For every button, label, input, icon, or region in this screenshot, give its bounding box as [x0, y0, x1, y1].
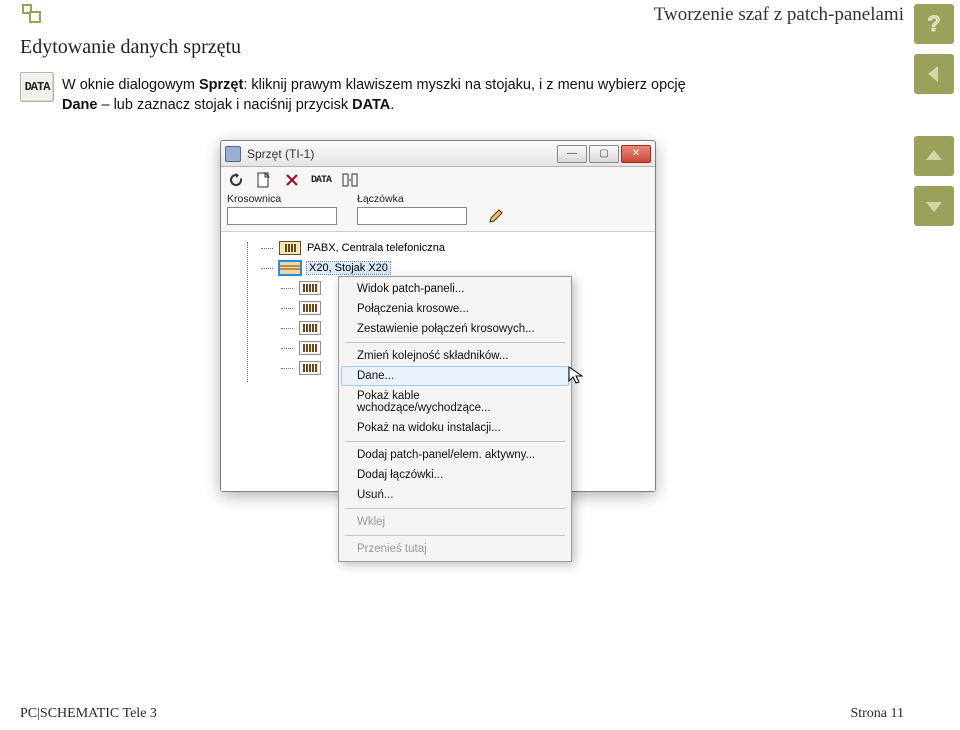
ctx-widok-patch-paneli[interactable]: Widok patch-paneli...	[341, 279, 569, 299]
cursor-icon	[568, 366, 584, 386]
ctx-dodaj-laczowki[interactable]: Dodaj łączówki...	[341, 465, 569, 485]
context-menu: Widok patch-paneli... Połączenia krosowe…	[338, 276, 572, 562]
ctx-separator	[345, 342, 565, 343]
footer-page: Strona 11	[850, 706, 904, 722]
tree-area[interactable]: PABX, Centrala telefoniczna X20, Stojak …	[221, 231, 655, 491]
ctx-zmien-kolejnosc[interactable]: Zmień kolejność składników...	[341, 346, 569, 366]
block-icon	[299, 301, 321, 315]
block-icon	[299, 361, 321, 375]
ctx-przenies-tutaj: Przenieś tutaj	[341, 539, 569, 559]
rack-icon	[279, 261, 301, 275]
data-tool-button[interactable]: DATA	[311, 171, 331, 189]
krosownica-label: Krosownica	[227, 193, 337, 205]
ctx-wklej: Wklej	[341, 512, 569, 532]
ctx-dane[interactable]: Dane...	[341, 366, 569, 386]
laczowka-input[interactable]	[357, 207, 467, 225]
field-row: Krosownica Łączówka	[221, 191, 655, 231]
titlebar[interactable]: Sprzęt (TI-1) — ▢ ✕	[221, 141, 655, 167]
toolbar: DATA	[221, 167, 655, 191]
next-down-button[interactable]	[914, 186, 954, 226]
ctx-zestawienie-polaczen[interactable]: Zestawienie połączeń krosowych...	[341, 319, 569, 339]
minimize-button[interactable]: —	[557, 145, 587, 163]
prev-up-button[interactable]	[914, 136, 954, 176]
delete-icon[interactable]	[283, 171, 301, 189]
krosownica-input[interactable]	[227, 207, 337, 225]
window-title: Sprzęt (TI-1)	[247, 147, 549, 161]
tree-node-pabx[interactable]: PABX, Centrala telefoniczna	[237, 238, 651, 258]
panel-icon	[279, 241, 301, 255]
sprzet-window: Sprzęt (TI-1) — ▢ ✕ DATA	[220, 140, 656, 492]
close-button[interactable]: ✕	[621, 145, 651, 163]
ctx-pokaz-kable[interactable]: Pokaż kable wchodzące/wychodzące...	[341, 386, 569, 418]
block-icon	[299, 341, 321, 355]
section-title: Edytowanie danych sprzętu	[20, 36, 241, 59]
data-button-graphic-label: DATA	[25, 80, 50, 94]
laczowka-label: Łączówka	[357, 193, 467, 205]
data-button-graphic: DATA	[20, 72, 54, 102]
footer-product: PC|SCHEMATIC Tele 3	[20, 706, 157, 722]
ctx-separator	[345, 535, 565, 536]
section-bullet-icon	[22, 4, 46, 28]
new-doc-icon[interactable]	[255, 171, 273, 189]
ctx-dodaj-patch-panel[interactable]: Dodaj patch-panel/elem. aktywny...	[341, 445, 569, 465]
ctx-separator	[345, 508, 565, 509]
tree-node-x20[interactable]: X20, Stojak X20	[237, 258, 651, 278]
pencil-icon[interactable]	[487, 207, 505, 225]
ctx-separator	[345, 441, 565, 442]
help-button[interactable]: ?	[914, 4, 954, 44]
block-icon	[299, 321, 321, 335]
window-icon	[225, 146, 241, 162]
split-view-icon[interactable]	[341, 171, 359, 189]
ctx-pokaz-na-widoku[interactable]: Pokaż na widoku instalacji...	[341, 418, 569, 438]
instruction-paragraph: W oknie dialogowym Sprzęt: kliknij prawy…	[62, 76, 894, 115]
nav-column: ?	[914, 4, 954, 226]
chapter-title: Tworzenie szaf z patch-panelami	[654, 4, 904, 26]
ctx-polaczenia-krosowe[interactable]: Połączenia krosowe...	[341, 299, 569, 319]
refresh-icon[interactable]	[227, 171, 245, 189]
maximize-button[interactable]: ▢	[589, 145, 619, 163]
block-icon	[299, 281, 321, 295]
ctx-usun[interactable]: Usuń...	[341, 485, 569, 505]
svg-text:?: ?	[927, 11, 940, 36]
prev-left-button[interactable]	[914, 54, 954, 94]
